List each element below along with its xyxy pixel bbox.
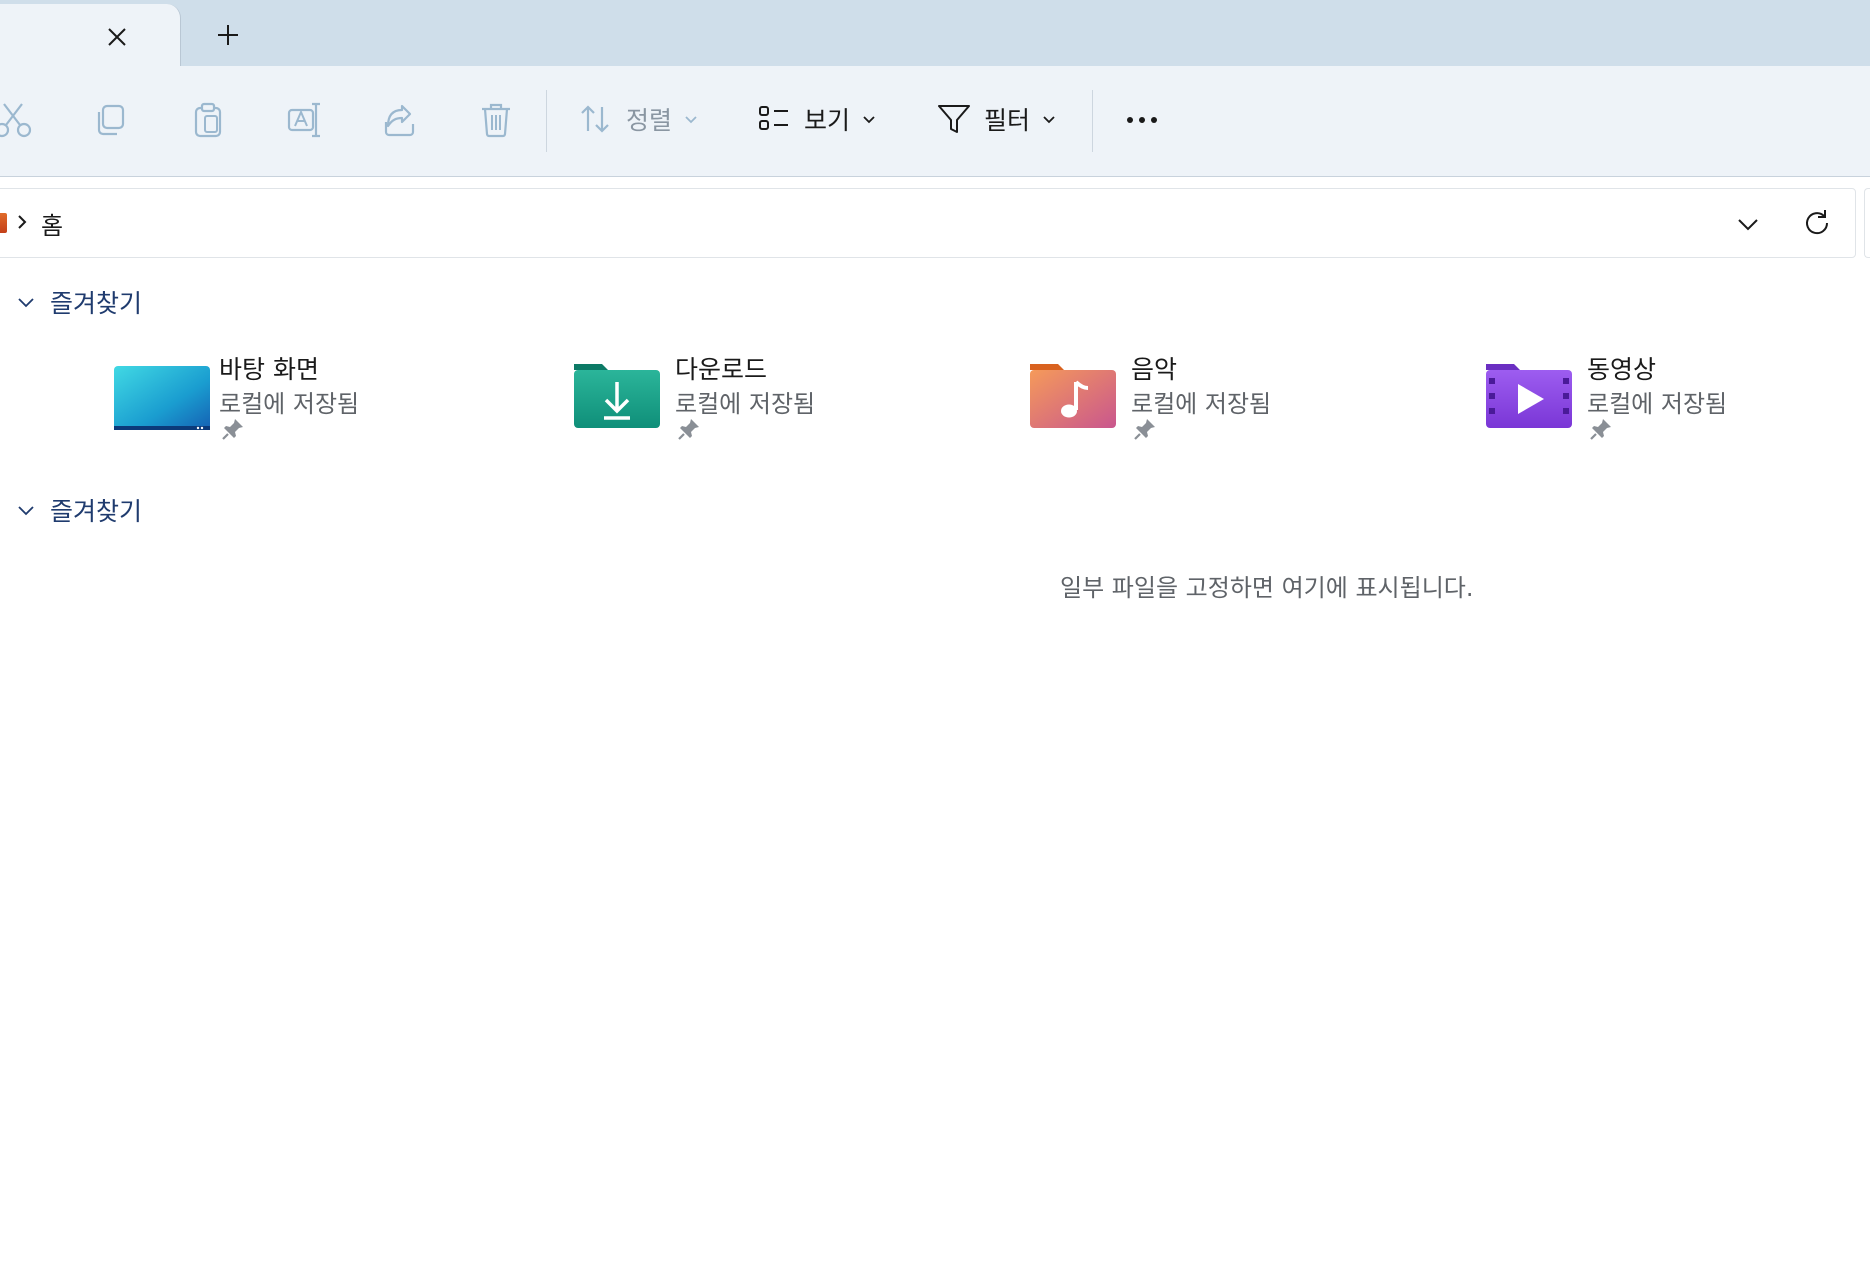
toolbar-divider (1092, 90, 1093, 152)
item-status: 로컬에 저장됨 (675, 390, 816, 418)
toolbar-divider (546, 90, 547, 152)
chevron-down-icon (18, 298, 34, 308)
sort-icon (581, 105, 609, 133)
chevron-down-icon (18, 506, 34, 516)
pin-icon (1590, 419, 1611, 440)
item-name: 다운로드 (675, 355, 768, 384)
item-name: 바탕 화면 (219, 355, 319, 384)
tab-strip (0, 0, 1870, 66)
close-tab-icon[interactable] (102, 22, 132, 52)
filter-button[interactable]: 필터 (936, 94, 1056, 144)
cut-icon[interactable] (0, 100, 34, 140)
new-tab-icon[interactable] (213, 20, 243, 50)
home-icon[interactable] (0, 213, 7, 233)
favorites-empty-message: 일부 파일을 고정하면 여기에 표시됩니다. (1060, 574, 1474, 602)
quick-access-videos[interactable]: 동영상 로컬에 저장됨 (1480, 350, 1870, 450)
downloads-folder-icon (574, 364, 660, 428)
section-title: 즐겨찾기 (50, 289, 143, 318)
pin-icon (222, 419, 243, 440)
quick-access-header[interactable]: 즐겨찾기 (16, 284, 142, 320)
refresh-icon[interactable] (1801, 207, 1833, 239)
sort-label: 정렬 (626, 106, 673, 135)
quick-access-desktop[interactable]: 바탕 화면 로컬에 저장됨 (112, 350, 542, 450)
item-status: 로컬에 저장됨 (1131, 390, 1272, 418)
command-bar: 정렬 보기 필터 (0, 66, 1870, 177)
chevron-down-icon (1043, 116, 1055, 124)
address-bar[interactable]: 홈 (0, 188, 1856, 258)
search-box-edge[interactable] (1864, 188, 1870, 258)
quick-access-downloads[interactable]: 다운로드 로컬에 저장됨 (568, 350, 998, 450)
breadcrumb-current[interactable]: 홈 (41, 206, 63, 241)
paste-icon[interactable] (188, 100, 228, 140)
rename-icon[interactable] (284, 100, 324, 140)
delete-icon[interactable] (476, 100, 516, 140)
item-status: 로컬에 저장됨 (1587, 390, 1728, 418)
desktop-folder-icon (114, 366, 210, 430)
view-label: 보기 (804, 106, 851, 135)
chevron-down-icon (863, 116, 875, 124)
section-title: 즐겨찾기 (50, 497, 143, 526)
filter-label: 필터 (984, 106, 1031, 135)
active-tab[interactable] (0, 4, 181, 66)
quick-access-music[interactable]: 음악 로컬에 저장됨 (1024, 350, 1454, 450)
item-name: 음악 (1131, 355, 1178, 384)
address-history-chevron-icon[interactable] (1733, 209, 1763, 239)
chevron-down-icon (685, 116, 697, 124)
pin-icon (678, 419, 699, 440)
filter-icon (938, 105, 970, 133)
sort-button[interactable]: 정렬 (578, 94, 698, 144)
breadcrumb-chevron-icon[interactable] (13, 211, 31, 233)
pin-icon (1134, 419, 1155, 440)
view-button[interactable]: 보기 (756, 94, 876, 144)
music-folder-icon (1030, 364, 1116, 428)
copy-icon[interactable] (90, 100, 130, 140)
item-status: 로컬에 저장됨 (219, 390, 360, 418)
more-options-icon[interactable] (1122, 100, 1162, 140)
share-icon[interactable] (380, 100, 420, 140)
favorites-header[interactable]: 즐겨찾기 (16, 492, 142, 528)
videos-folder-icon (1486, 364, 1572, 428)
item-name: 동영상 (1587, 355, 1657, 384)
view-icon (759, 106, 788, 130)
